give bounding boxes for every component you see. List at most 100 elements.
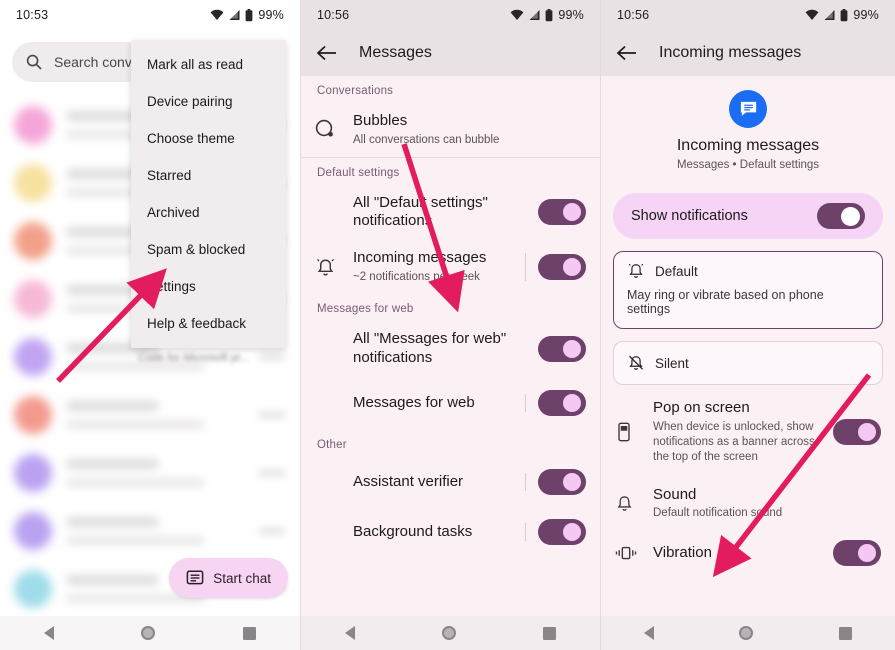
toggle-pop-on-screen[interactable] [833, 418, 881, 445]
toggle-show-notifications[interactable] [817, 203, 865, 229]
start-chat-label: Start chat [213, 570, 271, 586]
row-title: Vibration [653, 543, 712, 561]
menu-item-archived[interactable]: Archived [131, 194, 286, 231]
avatar [14, 454, 52, 492]
nav-back-icon[interactable] [344, 626, 355, 640]
option-silent[interactable]: Silent [613, 341, 883, 385]
row-vibration[interactable]: Vibration [601, 530, 895, 575]
status-icons: 99% [510, 8, 584, 22]
status-time: 10:56 [317, 8, 350, 22]
row-title: Sound [653, 485, 697, 503]
start-chat-button[interactable]: Start chat [169, 558, 288, 598]
menu-item-choose-theme[interactable]: Choose theme [131, 120, 286, 157]
list-item[interactable] [0, 502, 300, 560]
row-pop-on-screen[interactable]: Pop on screen When device is unlocked, s… [601, 385, 895, 474]
row-incoming-messages[interactable]: Incoming messages ~2 notifications per w… [301, 240, 600, 294]
back-arrow-icon[interactable] [317, 45, 337, 61]
toggle-messages-for-web[interactable] [538, 390, 586, 417]
list-item[interactable] [0, 444, 300, 502]
signal-icon [229, 10, 240, 20]
row-separator [525, 523, 526, 542]
nav-recents-icon[interactable] [243, 626, 257, 640]
status-icons: 99% [805, 8, 879, 22]
menu-item-settings[interactable]: Settings [131, 268, 286, 305]
signal-icon [824, 10, 835, 20]
section-label-default-settings: Default settings [317, 166, 400, 179]
avatar [14, 338, 52, 376]
nav-recents-icon[interactable] [839, 626, 853, 640]
android-nav-bar[interactable] [301, 616, 600, 650]
nav-back-icon[interactable] [43, 626, 54, 640]
show-notifications-label: Show notifications [631, 208, 748, 224]
row-assistant-verifier[interactable]: Assistant verifier [301, 457, 600, 507]
android-nav-bar[interactable] [0, 616, 300, 650]
toggle-all-messages-for-web[interactable] [538, 335, 586, 362]
row-body: Sound Default notification sound [653, 486, 881, 522]
row-all-messages-for-web-notifications[interactable]: All "Messages for web" notifications [301, 321, 600, 377]
page-title: Incoming messages [659, 44, 802, 61]
row-background-tasks[interactable]: Background tasks [301, 507, 600, 557]
row-sound[interactable]: Sound Default notification sound [601, 474, 895, 531]
toggle-knob [563, 203, 581, 222]
nav-home-icon[interactable] [441, 626, 456, 640]
row-separator [525, 253, 526, 281]
row-body: Pop on screen When device is unlocked, s… [653, 399, 823, 465]
menu-item-spam-and-blocked[interactable]: Spam & blocked [131, 231, 286, 268]
overflow-menu[interactable]: Mark all as read Device pairing Choose t… [131, 40, 286, 348]
toggle-knob [563, 339, 581, 358]
toggle-knob [563, 394, 581, 413]
row-title: Bubbles [353, 112, 408, 129]
toggle-background-tasks[interactable] [538, 519, 586, 546]
signal-icon [529, 10, 540, 20]
row-messages-for-web[interactable]: Messages for web [301, 376, 600, 430]
row-bubbles[interactable]: Bubbles All conversations can bubble [301, 103, 600, 157]
hero-title: Incoming messages [676, 137, 820, 154]
row-subtitle: Default notification sound [653, 507, 783, 520]
row-body: Vibration [653, 544, 823, 563]
wifi-icon [510, 9, 524, 20]
row-separator [525, 394, 526, 413]
row-body: Bubbles All conversations can bubble [353, 112, 586, 148]
phone-icon [615, 422, 653, 442]
nav-back-icon[interactable] [643, 626, 654, 640]
row-body: Assistant verifier [353, 473, 519, 492]
avatar [14, 280, 52, 318]
back-arrow-icon[interactable] [617, 45, 637, 61]
phone-screen-conversations: 10:53 99% Search convers Code for Micros… [0, 0, 300, 650]
menu-item-device-pairing[interactable]: Device pairing [131, 83, 286, 120]
menu-item-starred[interactable]: Starred [131, 157, 286, 194]
nav-home-icon[interactable] [141, 626, 156, 640]
vibrate-icon [615, 544, 653, 562]
menu-item-mark-all-as-read[interactable]: Mark all as read [131, 46, 286, 83]
conversation-preview [66, 459, 244, 487]
blurred-message-preview: Code for Microsoft pr... [138, 352, 250, 364]
nav-home-icon[interactable] [739, 626, 754, 640]
row-subtitle: ~2 notifications per week [353, 270, 480, 283]
toggle-incoming-messages[interactable] [538, 254, 586, 281]
android-nav-bar[interactable] [601, 616, 895, 650]
toggle-assistant-verifier[interactable] [538, 469, 586, 496]
timestamp [258, 527, 286, 535]
option-head: Default [627, 262, 869, 280]
bell-icon [615, 494, 653, 513]
row-body: All "Default settings" notifications [353, 194, 538, 232]
section-label-messages-for-web: Messages for web [317, 302, 414, 315]
avatar [14, 222, 52, 260]
option-default[interactable]: Default May ring or vibrate based on pho… [613, 251, 883, 329]
menu-item-help-and-feedback[interactable]: Help & feedback [131, 305, 286, 342]
wifi-icon [210, 9, 224, 20]
battery-percent: 99% [258, 8, 284, 22]
nav-recents-icon[interactable] [543, 626, 557, 640]
list-item[interactable] [0, 386, 300, 444]
row-body: Background tasks [353, 523, 519, 542]
show-notifications-card[interactable]: Show notifications [613, 193, 883, 239]
toggle-all-default-settings[interactable] [538, 199, 586, 226]
row-title: Incoming messages [353, 249, 487, 267]
row-all-default-settings-notifications[interactable]: All "Default settings" notifications [301, 185, 600, 241]
battery-icon [245, 8, 253, 21]
toggle-knob [858, 422, 876, 441]
battery-icon [545, 8, 553, 21]
status-bar: 10:53 99% [0, 0, 300, 30]
toggle-vibration[interactable] [833, 540, 881, 567]
row-title: Background tasks [353, 523, 473, 540]
